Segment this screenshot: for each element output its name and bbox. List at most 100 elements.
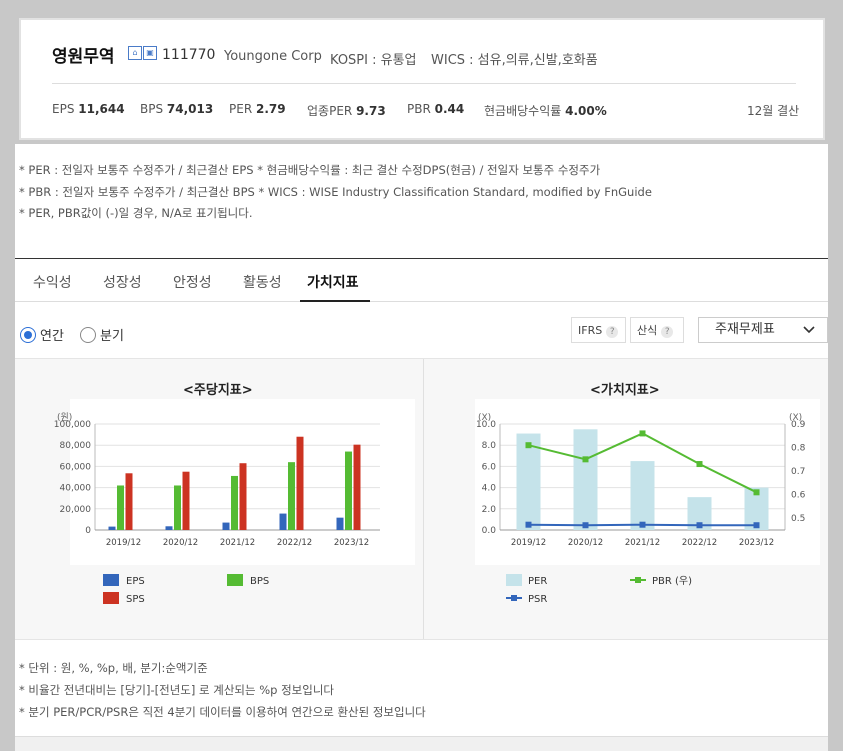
bar-sps <box>296 436 304 530</box>
market-info: KOSPI : 유통업 <box>330 53 417 68</box>
point-psr <box>525 521 532 528</box>
company-name-en: Youngone Corp <box>224 49 322 64</box>
y2-tick-label: 0.9 <box>791 420 806 430</box>
ifrs-label: IFRS <box>578 324 603 337</box>
divider <box>52 83 796 84</box>
home-icon[interactable]: ⌂ <box>128 46 142 60</box>
statement-select[interactable]: 주재무제표 <box>698 317 828 343</box>
indicator-tabs: 수익성 성장성 안정성 활동성 가치지표 <box>15 259 828 302</box>
point-pbr <box>582 456 589 463</box>
note-na: * PER, PBR값이 (-)일 경우, N/A로 표기됩니다. <box>19 206 253 220</box>
radio-quarter-label: 분기 <box>100 329 124 344</box>
bar-per <box>630 461 655 530</box>
question-icon: ? <box>661 326 674 338</box>
x-tick-label: 2019/12 <box>511 538 546 548</box>
radio-annual[interactable]: 연간 <box>20 325 64 344</box>
formula-label: 산식 <box>637 324 658 337</box>
x-tick-label: 2022/12 <box>277 538 312 548</box>
point-psr <box>582 522 589 529</box>
company-header-card: 영원무역 ⌂ ▣ 111770 Youngone Corp KOSPI : 유통… <box>19 18 825 140</box>
question-icon: ? <box>606 326 619 338</box>
settlement-month: 12월 결산 <box>747 104 800 118</box>
bar-bps <box>231 475 238 530</box>
x-tick-label: 2021/12 <box>625 538 660 548</box>
legend-label-psr: PSR <box>528 594 547 605</box>
legend-swatch-bps <box>227 574 243 586</box>
main-content: * PER : 전일자 보통주 수정주가 / 최근결산 EPS * 현금배당수익… <box>15 144 828 736</box>
next-table-strip <box>15 736 828 751</box>
point-pbr <box>639 430 646 437</box>
bar-bps <box>174 485 181 530</box>
note-per: * PER : 전일자 보통주 수정주가 / 최근결산 EPS * 현금배당수익… <box>19 163 601 177</box>
x-tick-label: 2020/12 <box>163 538 198 548</box>
legend-label-eps: EPS <box>126 576 145 587</box>
bar-sps <box>353 444 361 530</box>
ifrs-help-button[interactable]: IFRS? <box>571 317 626 343</box>
chart-divider <box>423 359 424 639</box>
legend-label-per: PER <box>528 576 547 587</box>
y-tick-label: 60,000 <box>60 462 92 472</box>
y-tick-label: 10.0 <box>476 420 496 430</box>
legend-marker-psr <box>511 595 517 601</box>
bar-bps <box>345 451 352 530</box>
radio-unselected-icon[interactable] <box>80 326 96 343</box>
point-pbr <box>753 489 760 496</box>
footnote-quarter: * 분기 PER/PCR/PSR은 직전 4분기 데이터를 이용하여 연간으로 … <box>19 705 426 719</box>
metric-eps: EPS 11,644 <box>52 102 125 116</box>
chevron-down-icon <box>803 318 815 351</box>
point-psr <box>639 521 646 528</box>
bar-eps <box>222 522 230 530</box>
legend-label-bps: BPS <box>250 576 269 587</box>
bar-eps <box>108 526 116 530</box>
metric-per: PER 2.79 <box>229 102 286 116</box>
radio-annual-label: 연간 <box>40 329 64 344</box>
footnote-yoy: * 비율간 전년대비는 [당기]-[전년도] 로 계산되는 %p 정보입니다 <box>19 683 334 697</box>
y-tick-label: 40,000 <box>60 484 92 494</box>
metric-industry-per: 업종PER 9.73 <box>307 104 386 118</box>
y-tick-label: 80,000 <box>60 441 92 451</box>
x-tick-label: 2022/12 <box>682 538 717 548</box>
metric-bps: BPS 74,013 <box>140 102 214 116</box>
bar-sps <box>125 473 133 530</box>
tab-valuation[interactable]: 가치지표 <box>307 272 359 292</box>
y-tick-label: 8.0 <box>482 441 497 451</box>
x-tick-label: 2023/12 <box>739 538 774 548</box>
bar-bps <box>117 485 124 530</box>
legend-label-pbr: PBR (우) <box>652 575 692 587</box>
y-tick-label: 2.0 <box>482 505 497 515</box>
bar-eps <box>279 513 287 530</box>
x-tick-label: 2019/12 <box>106 538 141 548</box>
bar-eps <box>336 517 344 530</box>
statement-select-value: 주재무제표 <box>715 322 775 337</box>
point-pbr <box>525 442 532 449</box>
charts-area: <주당지표> <가치지표> (원) 0 20,000 40,000 60,000 80,0… <box>15 358 828 640</box>
formula-help-button[interactable]: 산식? <box>630 317 684 343</box>
valuation-chart: (X) (X)0.02.04.06.08.010.00.50.60.70.80.9… <box>475 399 820 605</box>
radio-selected-icon[interactable] <box>20 326 36 343</box>
building-icon[interactable]: ▣ <box>143 46 157 60</box>
tab-activity[interactable]: 활동성 <box>243 272 282 292</box>
radio-quarter[interactable]: 분기 <box>80 325 124 344</box>
tab-stability[interactable]: 안정성 <box>173 272 212 292</box>
legend-swatch-eps <box>103 574 119 586</box>
x-tick-label: 2023/12 <box>334 538 369 548</box>
legend-marker-pbr <box>635 577 641 583</box>
y2-tick-label: 0.5 <box>791 514 805 524</box>
active-tab-indicator <box>300 300 370 302</box>
bar-sps <box>182 471 190 530</box>
y-tick-label: 6.0 <box>482 462 497 472</box>
y2-tick-label: 0.6 <box>791 491 806 501</box>
y-tick-label: 100,000 <box>54 420 91 430</box>
bar-bps <box>288 462 295 530</box>
legend-swatch-sps <box>103 592 119 604</box>
tab-profitability[interactable]: 수익성 <box>33 272 72 292</box>
legend-label-sps: SPS <box>126 594 145 605</box>
tab-growth[interactable]: 성장성 <box>103 272 142 292</box>
point-psr <box>753 522 760 529</box>
company-code: 111770 <box>162 47 216 63</box>
y2-tick-label: 0.8 <box>791 444 806 454</box>
y-tick-label: 0 <box>85 526 91 536</box>
point-psr <box>696 522 703 529</box>
x-tick-label: 2020/12 <box>568 538 603 548</box>
legend-swatch-per <box>506 574 522 586</box>
